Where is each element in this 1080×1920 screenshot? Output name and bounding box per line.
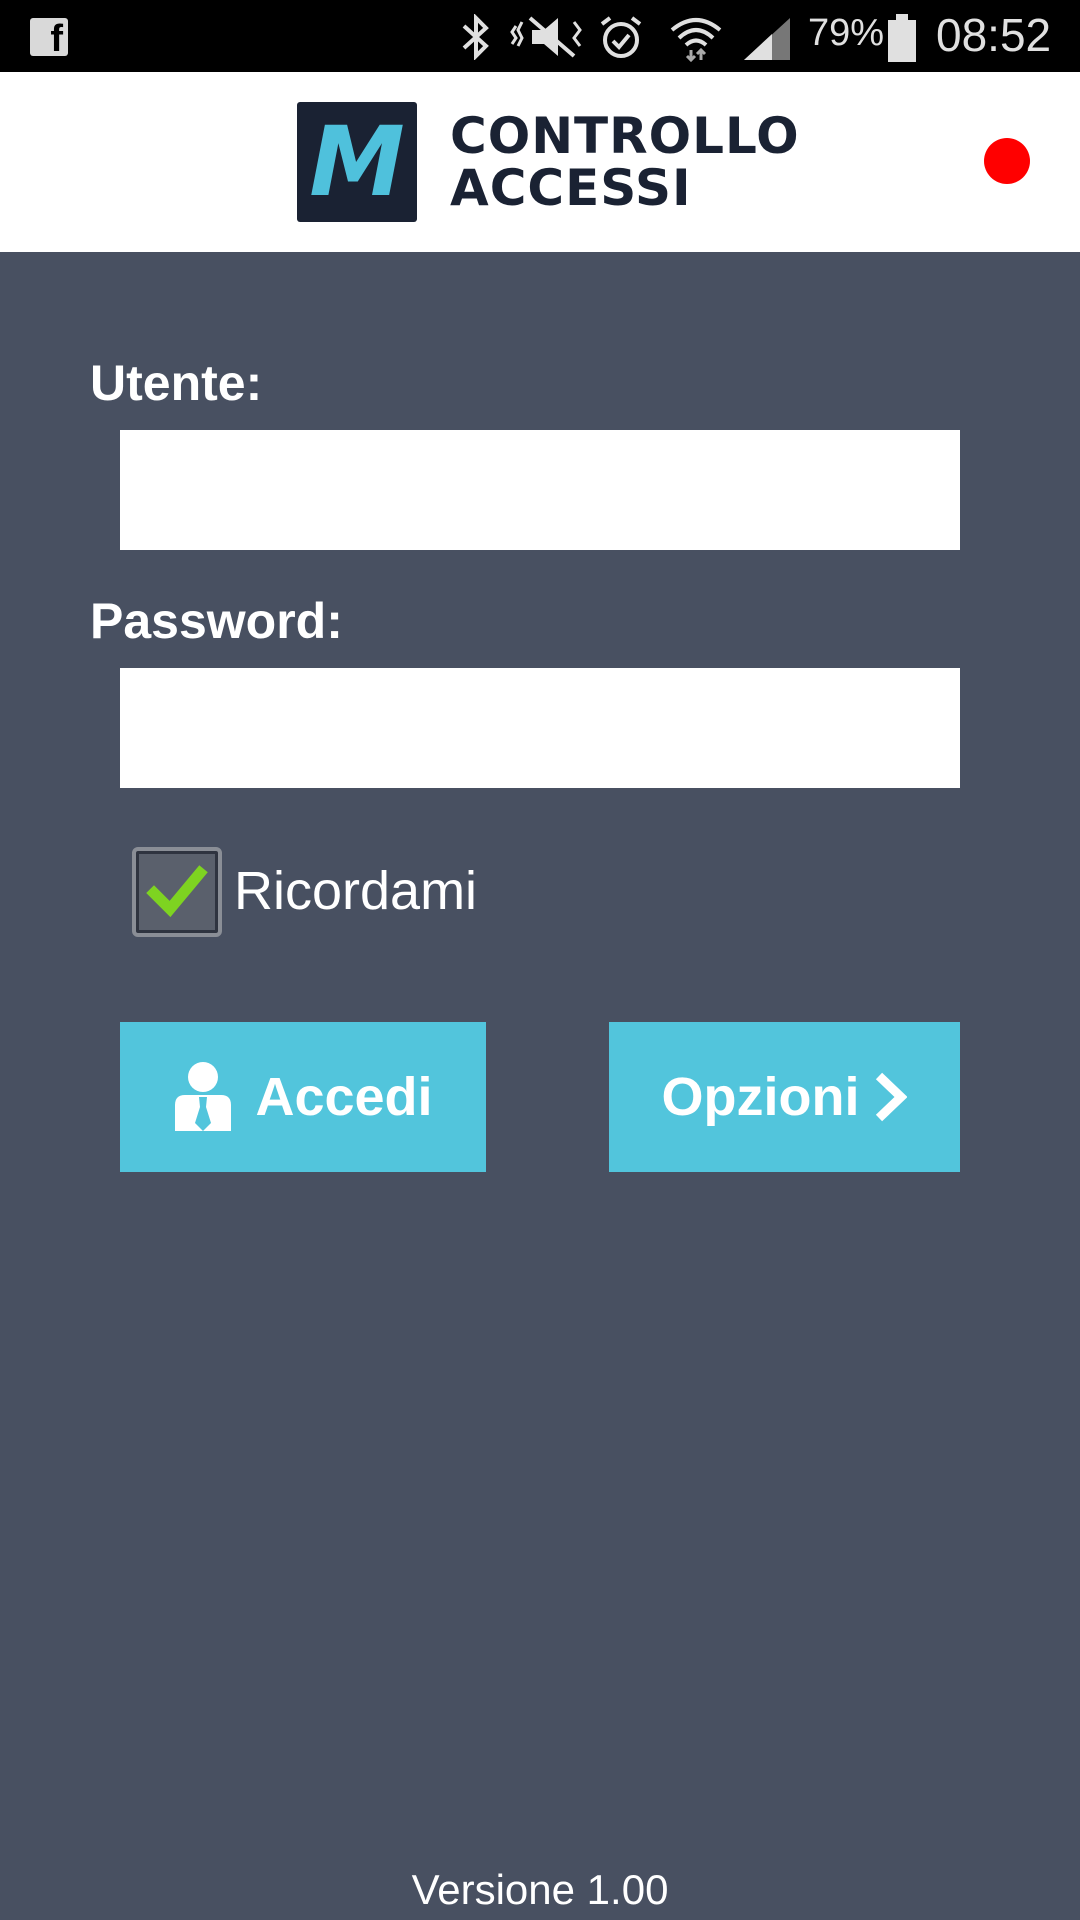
options-button-label: Opzioni xyxy=(661,1067,860,1127)
alarm-icon xyxy=(600,16,642,58)
signal-icon xyxy=(744,18,790,60)
login-button-label: Accedi xyxy=(255,1067,433,1127)
logo-line-1: CONTROLLO xyxy=(450,107,800,165)
remember-me-label[interactable]: Ricordami xyxy=(234,860,477,922)
wifi-icon xyxy=(670,18,722,62)
version-label: Versione 1.00 xyxy=(411,1866,669,1913)
logo-text: CONTROLLO ACCESSI xyxy=(450,110,800,214)
password-label: Password: xyxy=(90,593,343,649)
chevron-right-icon xyxy=(876,1072,908,1122)
status-bar: f 79% 08:52 xyxy=(0,0,1080,72)
connection-status-dot xyxy=(984,138,1030,184)
battery-percent: 79% xyxy=(808,12,885,54)
facebook-notification-icon: f xyxy=(30,18,68,58)
user-input[interactable] xyxy=(120,430,960,550)
bluetooth-icon xyxy=(462,14,489,60)
password-input[interactable] xyxy=(120,668,960,788)
options-button[interactable]: Opzioni xyxy=(609,1022,960,1172)
remember-me-checkbox[interactable] xyxy=(132,847,222,937)
app-header: M CONTROLLO ACCESSI xyxy=(0,72,1080,252)
battery-icon xyxy=(888,14,916,62)
checkmark-icon xyxy=(146,865,208,918)
logo-mark: M xyxy=(297,102,417,222)
user-label: Utente: xyxy=(90,355,263,411)
user-icon xyxy=(175,1062,232,1131)
vibrate-off-icon xyxy=(510,16,582,58)
logo-line-2: ACCESSI xyxy=(450,159,692,217)
clock: 08:52 xyxy=(936,9,1052,61)
logo-letter: M xyxy=(309,106,405,218)
login-button[interactable]: Accedi xyxy=(120,1022,486,1172)
